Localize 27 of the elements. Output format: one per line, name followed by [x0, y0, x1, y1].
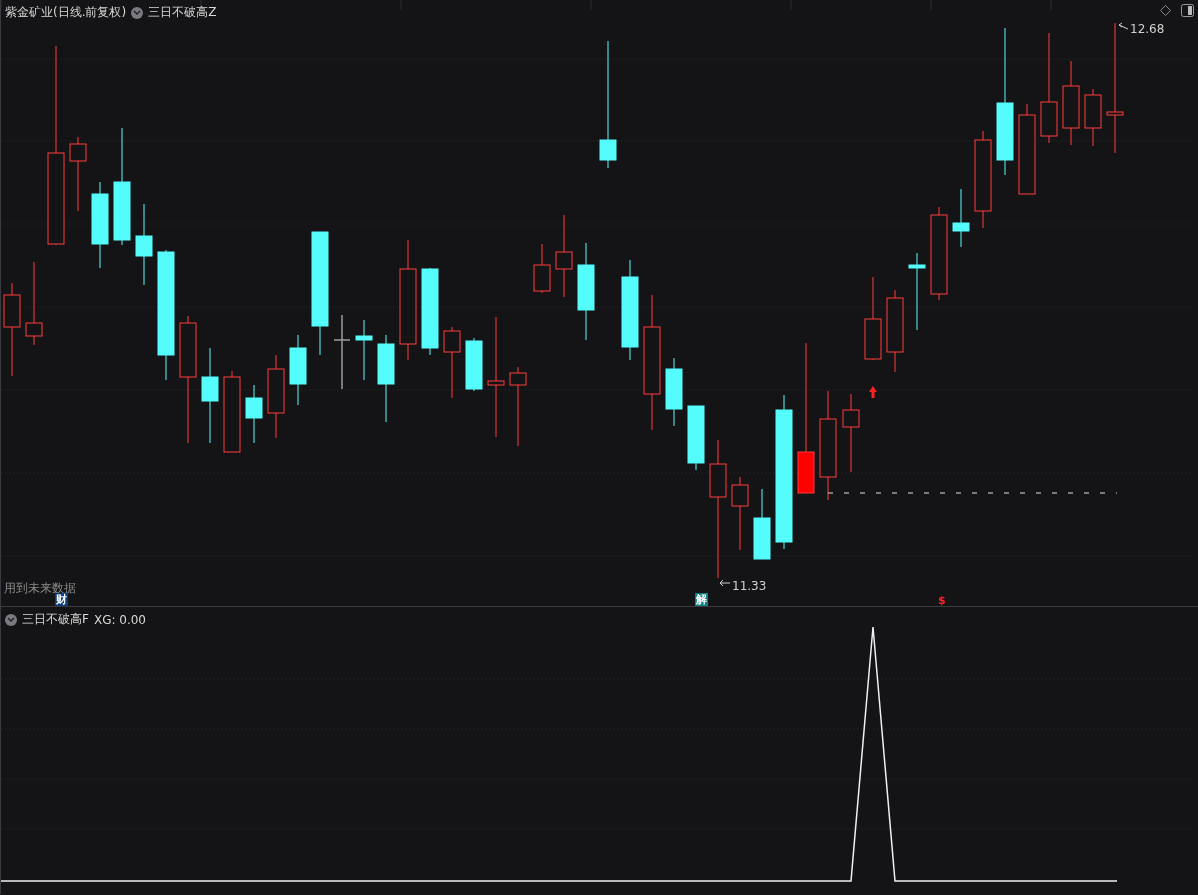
candlestick — [952, 188, 970, 248]
indicator-name: 三日不破高Z — [148, 4, 217, 21]
future-data-note: 用到未来数据 — [4, 580, 76, 595]
event-marker[interactable]: 财 — [55, 593, 68, 606]
buy-arrow-icon — [869, 386, 877, 398]
diamond-icon[interactable] — [1160, 5, 1171, 16]
candlestick — [465, 337, 483, 392]
indicator-reading: XG: 0.00 — [93, 612, 146, 627]
candlestick — [687, 405, 705, 471]
low-price-label: 11.33 — [732, 579, 767, 593]
event-marker[interactable]: $ — [937, 594, 947, 607]
candlestick — [1084, 88, 1102, 147]
candlestick — [665, 357, 683, 427]
candlestick — [753, 488, 771, 560]
candlestick — [245, 384, 263, 444]
panel-toggle-icon[interactable] — [1181, 4, 1194, 17]
high-pointer-icon — [1118, 22, 1129, 30]
candlestick — [289, 334, 307, 406]
high-price-label: 12.68 — [1130, 22, 1165, 36]
collapse-icon[interactable] — [131, 6, 144, 19]
candlestick — [533, 243, 551, 294]
candlestick — [355, 319, 373, 381]
low-pointer-icon — [719, 579, 731, 587]
chart-title: 紫金矿业(日线.前复权) — [5, 4, 127, 21]
indicator-name: 三日不破高F — [22, 611, 89, 628]
event-marker[interactable]: 解 — [695, 593, 708, 606]
collapse-icon[interactable] — [5, 613, 17, 626]
